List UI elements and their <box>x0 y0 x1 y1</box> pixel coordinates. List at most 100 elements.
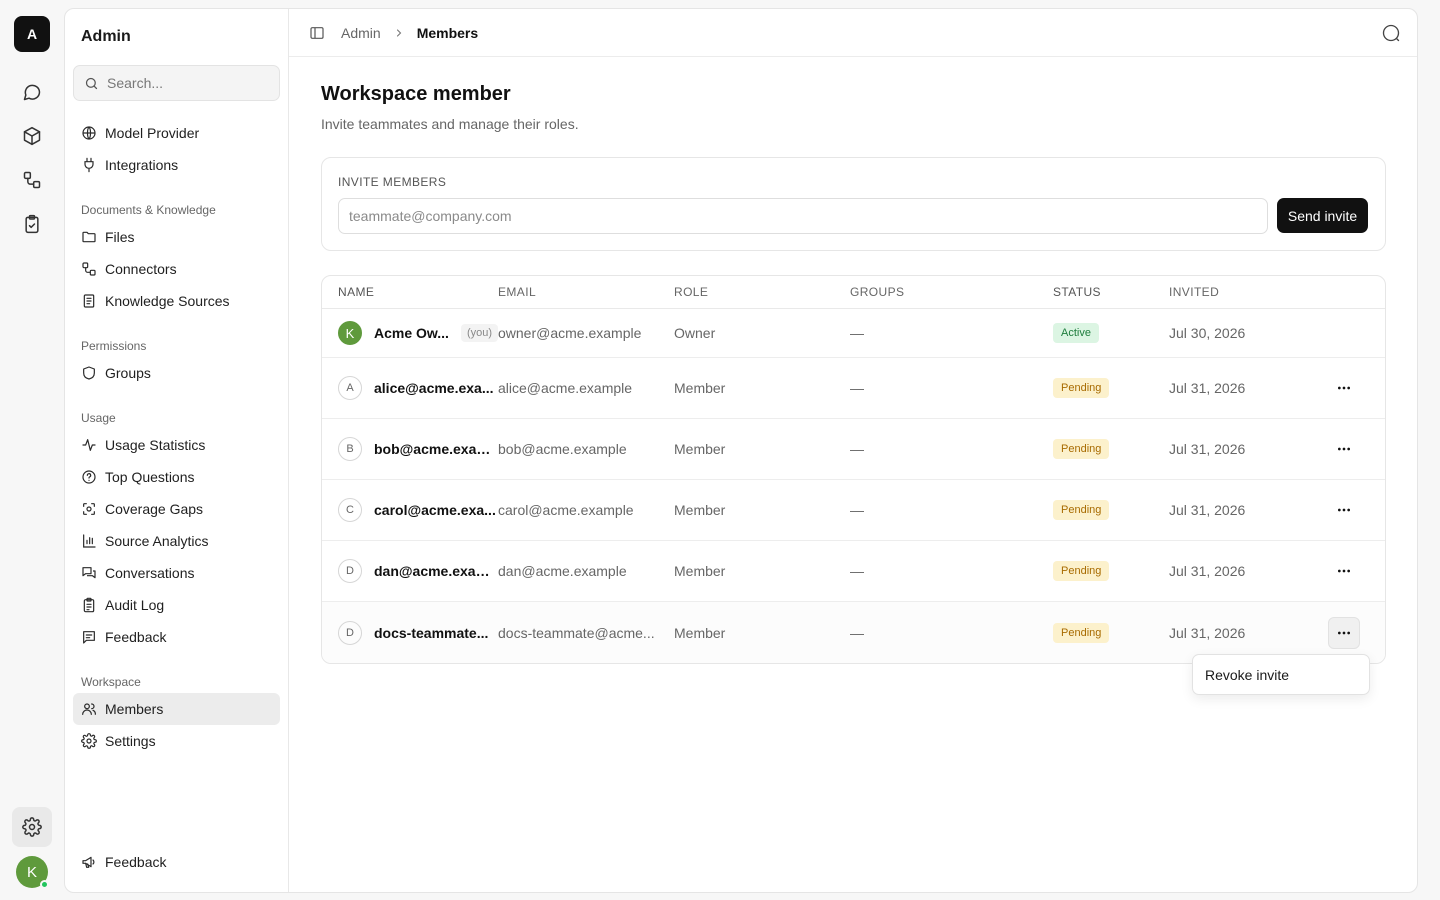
member-groups: — <box>850 563 864 579</box>
sidebar-item-conversations[interactable]: Conversations <box>73 557 280 589</box>
sidebar-item-groups[interactable]: Groups <box>73 357 280 389</box>
send-invite-button[interactable]: Send invite <box>1277 198 1368 233</box>
nav-group-usage: Usage <box>81 411 116 425</box>
gear-icon <box>81 733 97 749</box>
user-avatar[interactable]: K <box>16 856 49 889</box>
sidebar-item-audit-log[interactable]: Audit Log <box>73 589 280 621</box>
table-header: NAME EMAIL ROLE GROUPS STATUS INVITED <box>322 276 1385 309</box>
row-actions-button-open[interactable] <box>1328 616 1360 649</box>
revoke-invite-menu-item[interactable]: Revoke invite <box>1192 654 1370 695</box>
folder-icon <box>82 231 96 243</box>
chat-search-icon[interactable] <box>1381 23 1401 43</box>
member-avatar: C <box>338 498 362 522</box>
sidebar-item-connectors[interactable]: Connectors <box>73 253 280 285</box>
connector-icon <box>82 262 96 276</box>
sidebar-item-feedback[interactable]: Feedback <box>73 621 280 653</box>
sidebar-item-label: Usage Statistics <box>105 437 206 453</box>
sidebar-item-label: Audit Log <box>105 597 165 613</box>
gear-icon <box>22 817 42 837</box>
sidebar-item-settings[interactable]: Settings <box>73 725 280 757</box>
chat-bubble-icon[interactable] <box>14 74 50 110</box>
member-avatar: D <box>338 559 362 583</box>
member-avatar: K <box>338 321 362 345</box>
table-row: A alice@acme.exa... alice@acme.example M… <box>322 358 1385 419</box>
sidebar-item-coverage-gaps[interactable]: Coverage Gaps <box>73 493 280 525</box>
member-role: Member <box>674 563 726 579</box>
workspace-logo[interactable]: A <box>14 16 50 52</box>
sidebar-item-files[interactable]: Files <box>73 221 280 253</box>
member-groups: — <box>850 502 864 518</box>
settings-gear-button[interactable] <box>12 807 52 847</box>
clipboard-check-icon[interactable] <box>14 206 50 242</box>
cube-icon[interactable] <box>14 118 50 154</box>
breadcrumb-parent[interactable]: Admin <box>341 25 381 41</box>
row-actions-button[interactable] <box>1328 555 1360 587</box>
sidebar-title: Admin <box>81 28 131 45</box>
page-subtitle: Invite teammates and manage their roles. <box>321 116 579 132</box>
more-horizontal-icon <box>1338 508 1350 512</box>
search-icon <box>85 77 98 89</box>
member-role: Member <box>674 380 726 396</box>
table-row: B bob@acme.exam... bob@acme.example Memb… <box>322 419 1385 480</box>
member-role: Owner <box>674 325 716 341</box>
clipboard-list-icon <box>83 597 95 613</box>
sidebar-item-label: Source Analytics <box>105 533 209 549</box>
sidebar-toggle-icon[interactable] <box>309 25 325 41</box>
sidebar-item-source-analytics[interactable]: Source Analytics <box>73 525 280 557</box>
sidebar-item-label: Model Provider <box>105 125 200 141</box>
invite-card: INVITE MEMBERS Send invite <box>321 157 1386 251</box>
app-rail: A K <box>0 0 64 900</box>
sidebar-item-label: Conversations <box>105 565 195 581</box>
users-icon <box>82 703 96 715</box>
sidebar-item-label: Feedback <box>105 629 167 645</box>
row-actions-button[interactable] <box>1328 372 1360 404</box>
row-actions-button[interactable] <box>1328 494 1360 526</box>
member-groups: — <box>850 441 864 457</box>
plug-icon <box>84 157 94 173</box>
sidebar-item-knowledge-sources[interactable]: Knowledge Sources <box>73 285 280 317</box>
flow-icon[interactable] <box>14 162 50 198</box>
column-header-groups: GROUPS <box>850 285 905 299</box>
sidebar-item-model-provider[interactable]: Model Provider <box>73 117 280 149</box>
column-header-status: STATUS <box>1053 285 1101 299</box>
sidebar-footer-feedback[interactable]: Feedback <box>73 846 280 878</box>
member-name: dan@acme.exam... <box>374 563 496 579</box>
member-groups: — <box>850 624 864 641</box>
member-role: Member <box>674 502 726 518</box>
avatar-initial: K <box>26 863 37 881</box>
member-invited-date: Jul 30, 2026 <box>1169 325 1246 341</box>
member-name: bob@acme.exam... <box>374 441 496 457</box>
sidebar-item-usage-statistics[interactable]: Usage Statistics <box>73 429 280 461</box>
admin-sidebar: Admin Search... Model Provider Integrati… <box>65 9 289 892</box>
sidebar-search[interactable]: Search... <box>73 65 280 101</box>
row-actions-button[interactable] <box>1328 433 1360 465</box>
chevron-right-icon <box>393 27 405 39</box>
shield-icon <box>83 366 95 380</box>
sidebar-item-label: Settings <box>105 733 156 749</box>
member-name: alice@acme.exa... <box>374 380 494 396</box>
member-invited-date: Jul 31, 2026 <box>1169 380 1246 396</box>
sidebar-item-members[interactable]: Members <box>73 693 280 725</box>
sidebar-item-label: Connectors <box>105 261 177 277</box>
member-email: docs-teammate@acme... <box>498 624 655 641</box>
document-icon <box>83 294 95 308</box>
nav-group-documents: Documents & Knowledge <box>81 203 216 217</box>
messages-icon <box>82 567 96 579</box>
online-indicator <box>40 880 49 889</box>
member-email: owner@acme.example <box>498 325 642 341</box>
member-role: Member <box>674 624 726 641</box>
question-circle-icon <box>82 470 96 484</box>
member-avatar: D <box>338 620 362 645</box>
sidebar-item-label: Files <box>105 229 135 245</box>
member-email: alice@acme.example <box>498 380 633 396</box>
megaphone-icon <box>82 856 95 868</box>
sidebar-item-top-questions[interactable]: Top Questions <box>73 461 280 493</box>
sidebar-item-integrations[interactable]: Integrations <box>73 149 280 181</box>
status-badge: Pending <box>1053 622 1110 643</box>
status-badge: Pending <box>1053 561 1110 581</box>
member-invited-date: Jul 31, 2026 <box>1169 502 1246 518</box>
more-horizontal-icon <box>1338 386 1350 390</box>
member-groups: — <box>850 325 864 341</box>
invite-email-input[interactable] <box>338 198 1268 234</box>
status-badge: Pending <box>1053 439 1110 459</box>
